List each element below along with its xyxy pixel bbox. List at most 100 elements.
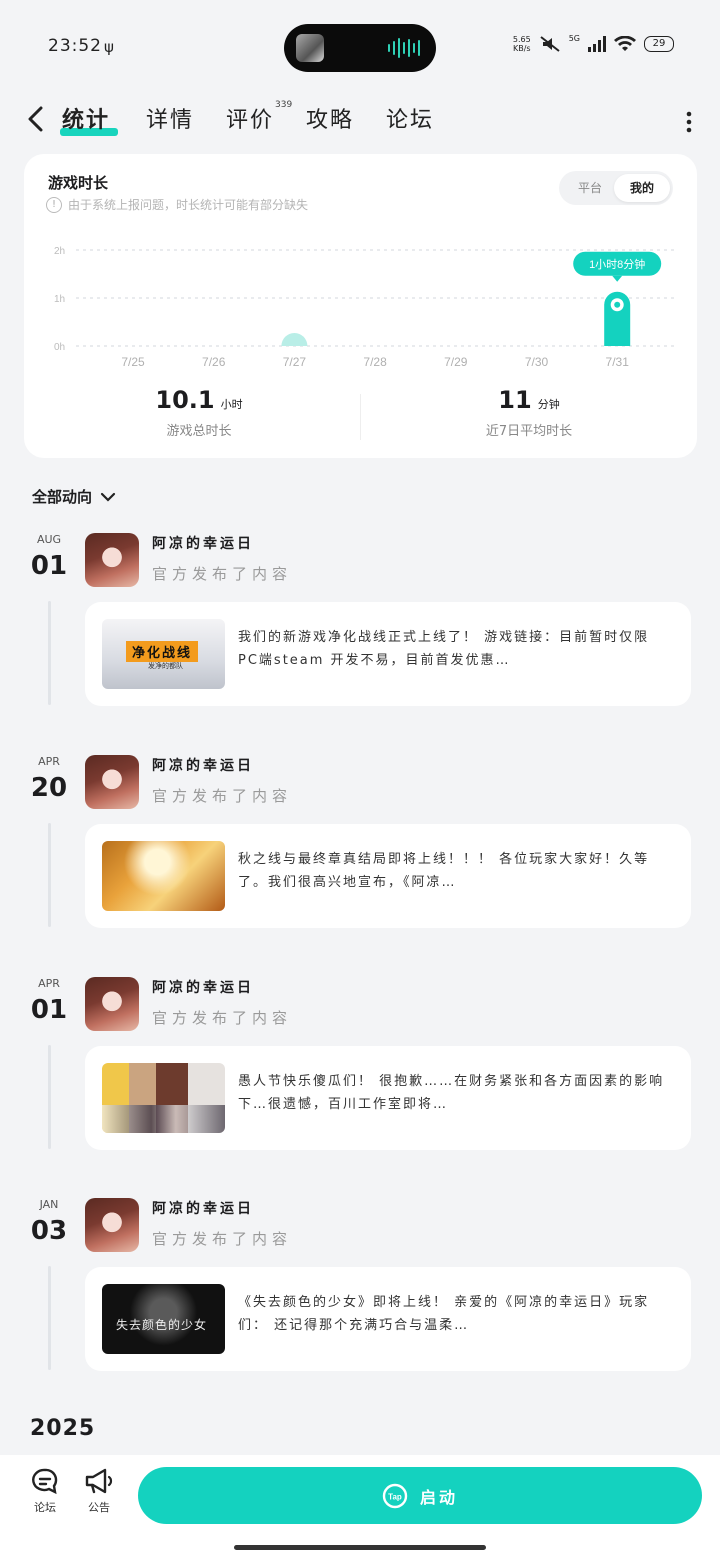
x-tick-label: 7/30 — [525, 355, 549, 369]
bottom-action-bar: 论坛 公告 Tap 启动 — [0, 1455, 720, 1559]
author-name[interactable]: 阿凉的幸运日 — [152, 977, 254, 997]
forum-label: 论坛 — [34, 1501, 56, 1514]
forum-icon — [32, 1468, 58, 1495]
entry-month: AUG — [36, 533, 62, 546]
mute-icon — [540, 36, 560, 52]
author-avatar[interactable] — [85, 533, 139, 587]
status-indicators: 5.65 KB/s 5G 29 — [512, 33, 674, 53]
post-excerpt: 我们的新游戏净化战线正式上线了！ 游戏链接：目前暂时仅限PC端steam 开发不… — [238, 630, 650, 668]
usb-icon: ψ — [104, 38, 114, 56]
post-card[interactable]: 净化战线 发净的都队 我们的新游戏净化战线正式上线了！ 游戏链接：目前暂时仅限P… — [85, 602, 691, 706]
tab-forum[interactable]: 论坛 — [386, 102, 434, 134]
post-thumbnail: 净化战线 发净的都队 — [102, 619, 225, 689]
x-tick-label: 7/28 — [363, 355, 387, 369]
total-time: 10.1 小时 — [34, 386, 364, 414]
launch-label: 启动 — [419, 1487, 458, 1507]
author-name[interactable]: 阿凉的幸运日 — [152, 755, 254, 775]
avg-time-unit: 分钟 — [537, 398, 560, 411]
notice-button[interactable]: 公告 — [74, 1467, 124, 1515]
notice-label: 公告 — [88, 1501, 110, 1514]
author-avatar[interactable] — [85, 977, 139, 1031]
post-thumbnail — [102, 841, 225, 911]
y-tick-label: 2h — [54, 246, 65, 257]
battery-icon: 29 — [644, 36, 674, 52]
bar-marker-dot — [614, 301, 621, 308]
tab-stats[interactable]: 统计 — [62, 102, 110, 134]
thumb-title: 失去颜色的少女 — [116, 1318, 208, 1332]
avg-time-caption: 近7日平均时长 — [485, 424, 573, 439]
entry-day: 01 — [30, 995, 68, 1025]
thumb-subtitle: 发净的都队 — [148, 662, 183, 670]
signal-icon — [588, 36, 606, 52]
feed-entry: JAN 03 阿凉的幸运日 官方发布了内容 失去颜色的少女 《失去颜色的少女》即… — [0, 1198, 720, 1398]
post-card[interactable]: 秋之线与最终章真结局即将上线！！！ 各位玩家大家好！久等了。我们很高兴地宣布，《… — [85, 824, 691, 928]
feed-filter[interactable]: 全部动向 — [32, 486, 116, 507]
feed-filter-label: 全部动向 — [32, 488, 93, 506]
thumb-title: 净化战线 — [126, 641, 199, 662]
tap-logo-icon: Tap — [382, 1483, 408, 1508]
entry-day: 03 — [30, 1216, 68, 1246]
avg-time-value: 11 — [498, 386, 532, 414]
wifi-icon — [614, 36, 636, 51]
back-arrow-icon[interactable] — [22, 104, 52, 134]
total-time-unit: 小时 — [220, 398, 243, 411]
post-excerpt: 《失去颜色的少女》即将上线！ 亲爱的《阿凉的幸运日》玩家们： 还记得那个充满巧合… — [238, 1295, 650, 1333]
x-tick-label: 7/25 — [121, 355, 145, 369]
tab-guides[interactable]: 攻略 — [306, 102, 354, 134]
x-tick-label: 7/29 — [444, 355, 468, 369]
post-thumbnail: 失去颜色的少女 — [102, 1284, 225, 1354]
home-indicator[interactable] — [234, 1545, 486, 1550]
tab-details[interactable]: 详情 — [146, 102, 194, 134]
media-thumbnail — [296, 34, 324, 62]
total-time-caption: 游戏总时长 — [166, 424, 232, 439]
feed-entry: APR 20 阿凉的幸运日 官方发布了内容 秋之线与最终章真结局即将上线！！！ … — [0, 755, 720, 955]
y-tick-label: 1h — [54, 294, 65, 305]
post-card[interactable]: 失去颜色的少女 《失去颜色的少女》即将上线！ 亲爱的《阿凉的幸运日》玩家们： 还… — [85, 1267, 691, 1371]
net-speed: 5.65 KB/s — [512, 35, 531, 53]
chevron-down-icon — [100, 492, 116, 502]
x-tick-label: 7/31 — [606, 355, 630, 369]
post-excerpt: 愚人节快乐傻瓜们！ 很抱歉……在财务紧张和各方面因素的影响下…很遗憾，百川工作室… — [238, 1074, 665, 1112]
tab-reviews[interactable]: 评价 — [226, 102, 274, 134]
post-thumbnail — [102, 1063, 225, 1133]
post-excerpt: 秋之线与最终章真结局即将上线！！！ 各位玩家大家好！久等了。我们很高兴地宣布，《… — [238, 852, 650, 890]
feed-entry: APR 01 阿凉的幸运日 官方发布了内容 愚人节快乐傻瓜们！ 很抱歉……在财务… — [0, 977, 720, 1177]
entry-day: 20 — [30, 773, 68, 803]
playtime-chart: 0h 1h 2h 7/25 7/26 7/27 7/28 7/29 7/30 7/31 1小时8分钟 — [54, 246, 676, 369]
timeline-rail — [48, 1266, 51, 1370]
x-tick-label: 7/27 — [283, 355, 307, 369]
chart-tooltip-text: 1小时8分钟 — [589, 257, 645, 271]
review-count-badge: 339 — [275, 100, 293, 110]
tap-logo-text: Tap — [388, 1492, 402, 1501]
megaphone-icon — [85, 1468, 113, 1494]
entry-month: JAN — [39, 1198, 59, 1211]
avg-time: 11 分钟 — [364, 386, 694, 414]
playtime-card: 游戏时长 ! 由于系统上报问题，时长统计可能有部分缺失 平台 我的 0h 1h 2h… — [24, 154, 697, 458]
author-name[interactable]: 阿凉的幸运日 — [152, 533, 254, 553]
author-name[interactable]: 阿凉的幸运日 — [152, 1198, 254, 1218]
entry-subtitle: 官方发布了内容 — [152, 1009, 293, 1027]
more-icon[interactable] — [686, 110, 692, 134]
entry-day: 01 — [30, 551, 68, 581]
x-tick-label: 7/26 — [202, 355, 226, 369]
audio-wave-icon — [388, 38, 420, 58]
net-type: 5G — [568, 33, 580, 43]
year-label: 2025 — [30, 1416, 96, 1441]
post-card[interactable]: 愚人节快乐傻瓜们！ 很抱歉……在财务紧张和各方面因素的影响下…很遗憾，百川工作室… — [85, 1046, 691, 1150]
launch-button[interactable]: Tap 启动 — [138, 1467, 702, 1524]
timeline-rail — [48, 1045, 51, 1149]
author-avatar[interactable] — [85, 1198, 139, 1252]
timeline-rail — [48, 823, 51, 927]
status-time: 23:52 — [48, 36, 102, 56]
entry-subtitle: 官方发布了内容 — [152, 1230, 293, 1248]
forum-button[interactable]: 论坛 — [20, 1467, 70, 1515]
author-avatar[interactable] — [85, 755, 139, 809]
entry-month: APR — [38, 755, 60, 768]
timeline-rail — [48, 601, 51, 705]
dynamic-island[interactable] — [284, 24, 436, 72]
feed-entry: AUG 01 阿凉的幸运日 官方发布了内容 净化战线 发净的都队 我们的新游戏净… — [0, 533, 720, 733]
entry-subtitle: 官方发布了内容 — [152, 787, 293, 805]
entry-month: APR — [38, 977, 60, 990]
chart-tooltip-pointer — [612, 275, 623, 282]
y-tick-label: 0h — [54, 342, 65, 353]
